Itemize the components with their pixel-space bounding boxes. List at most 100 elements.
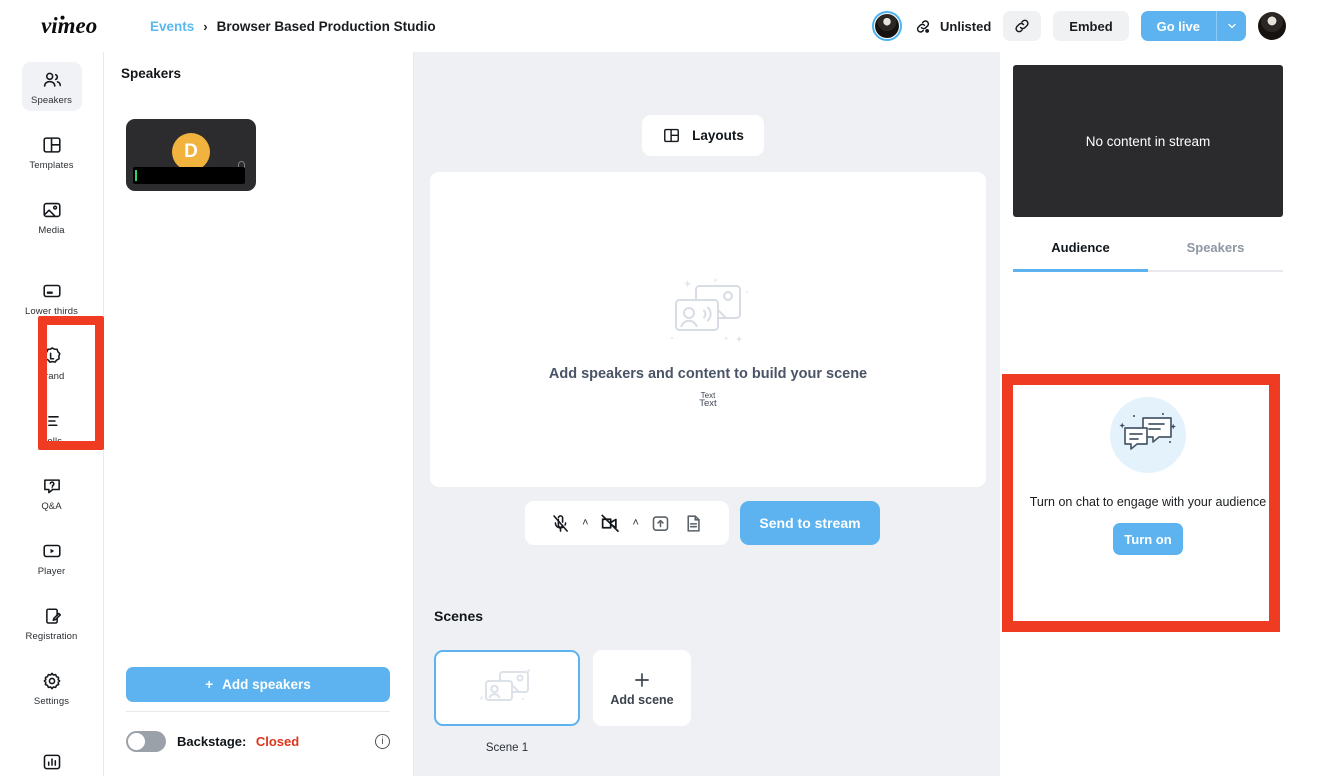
speakers-panel: Speakers D + Add speakers Backstage: Clo…: [104, 52, 414, 776]
settings-icon: [41, 670, 63, 692]
registration-icon: [41, 605, 63, 627]
polls-icon: [41, 410, 63, 432]
add-scene-button[interactable]: Add scene: [593, 650, 691, 726]
right-panel: No content in stream Audience Speakers: [1000, 52, 1322, 776]
sidebar-label-polls: Polls: [41, 436, 62, 447]
speakers-panel-divider: [126, 711, 390, 712]
sidebar-item-speakers[interactable]: Speakers: [22, 62, 82, 111]
sidebar-label-qa: Q&A: [41, 501, 61, 512]
breadcrumb-separator-icon: ›: [203, 19, 207, 34]
camera-muted-icon: [599, 512, 622, 535]
stream-preview: No content in stream: [1013, 65, 1283, 217]
sidebar-item-player[interactable]: Player: [22, 533, 82, 582]
sidebar-label-speakers: Speakers: [31, 95, 72, 106]
media-icon: [41, 199, 63, 221]
notes-button[interactable]: [679, 508, 709, 538]
layouts-button[interactable]: Layouts: [642, 115, 764, 156]
backstage-toggle[interactable]: [126, 731, 166, 752]
sidebar-label-registration: Registration: [26, 631, 78, 642]
sidebar-item-polls[interactable]: Polls: [22, 403, 82, 452]
unlisted-link-icon: [914, 17, 933, 36]
sidebar-label-lower-thirds: Lower thirds: [25, 306, 78, 317]
go-live-group: Go live: [1141, 11, 1246, 41]
breadcrumb: Events › Browser Based Production Studio: [150, 19, 436, 34]
tab-audience[interactable]: Audience: [1013, 234, 1148, 270]
sidebar-item-qa[interactable]: Q&A: [22, 468, 82, 517]
speaker-live-indicator: [135, 170, 137, 181]
layouts-label: Layouts: [692, 128, 744, 143]
microphone-options-caret[interactable]: ˄: [578, 517, 592, 529]
microphone-muted-icon: [550, 513, 571, 534]
sidebar-label-player: Player: [38, 566, 66, 577]
breadcrumb-current-title: Browser Based Production Studio: [217, 19, 436, 34]
chat-empty-state: Turn on chat to engage with your audienc…: [1020, 381, 1276, 571]
link-icon: [1013, 17, 1031, 35]
scene-canvas[interactable]: Add speakers and content to build your s…: [430, 172, 986, 487]
chat-empty-copy: Turn on chat to engage with your audienc…: [1030, 495, 1267, 509]
studio-app: vimeo Events › Browser Based Production …: [0, 0, 1322, 776]
add-speakers-plus-icon: +: [205, 677, 213, 692]
sidebar-item-brand[interactable]: Brand: [22, 338, 82, 387]
sidebar-label-templates: Templates: [29, 160, 73, 171]
header-actions: Unlisted Embed Go live: [872, 11, 1286, 41]
sidebar-item-templates[interactable]: Templates: [22, 127, 82, 176]
share-screen-icon: [650, 513, 671, 534]
avatar-image: [875, 14, 899, 38]
breadcrumb-events-link[interactable]: Events: [150, 19, 194, 34]
stage-area: Layouts Add speakers and content to buil…: [414, 52, 1000, 776]
scene-thumbnail-1[interactable]: [434, 650, 580, 726]
scenes-section-title: Scenes: [434, 608, 483, 624]
sidebar-item-settings[interactable]: Settings: [22, 663, 82, 712]
empty-scene-placeholder-icon: [660, 275, 756, 349]
turn-on-chat-button[interactable]: Turn on: [1113, 523, 1183, 555]
add-speakers-button[interactable]: + Add speakers: [126, 667, 390, 702]
share-screen-button[interactable]: [646, 508, 676, 538]
speaker-avatar-initial: D: [172, 133, 210, 171]
sidebar-label-settings: Settings: [34, 696, 69, 707]
chat-illustration: [1110, 397, 1186, 473]
brand-icon: [41, 345, 63, 367]
templates-icon: [41, 134, 63, 156]
speaker-card[interactable]: D: [126, 119, 256, 191]
microphone-toggle-button[interactable]: [545, 508, 575, 538]
backstage-info-icon[interactable]: i: [375, 734, 390, 749]
backstage-label: Backstage:: [177, 734, 246, 749]
sidebar-item-registration[interactable]: Registration: [22, 598, 82, 647]
chevron-down-icon: [1226, 20, 1238, 32]
add-scene-label: Add scene: [610, 693, 673, 707]
privacy-status[interactable]: Unlisted: [914, 17, 991, 36]
sidebar-label-brand: Brand: [39, 371, 65, 382]
scene-placeholder-icon: [476, 665, 538, 711]
app-header: vimeo Events › Browser Based Production …: [0, 0, 1322, 52]
stream-preview-text: No content in stream: [1086, 134, 1211, 149]
vimeo-logo[interactable]: vimeo: [40, 13, 134, 39]
chat-bubbles-icon: [1118, 410, 1178, 460]
backstage-status: Closed: [256, 734, 299, 749]
sidebar-item-media[interactable]: Media: [22, 192, 82, 241]
speakers-icon: [41, 69, 63, 91]
sidebar-label-media: Media: [38, 225, 64, 236]
sidebar-item-lower-thirds[interactable]: Lower thirds: [22, 273, 82, 322]
lower-thirds-icon: [41, 280, 63, 302]
send-to-stream-button[interactable]: Send to stream: [740, 501, 880, 545]
copy-link-button[interactable]: [1003, 11, 1041, 41]
backstage-row: Backstage: Closed i: [126, 731, 390, 752]
camera-options-caret[interactable]: ˄: [629, 517, 643, 529]
scene-text-element-b[interactable]: Text: [699, 393, 716, 415]
sidebar-item-analytics[interactable]: Analytics: [22, 744, 82, 776]
svg-text:vimeo: vimeo: [41, 13, 97, 38]
tab-speakers[interactable]: Speakers: [1148, 234, 1283, 270]
presenter-avatar[interactable]: [872, 11, 902, 41]
embed-button[interactable]: Embed: [1053, 11, 1128, 41]
empty-scene-heading: Add speakers and content to build your s…: [549, 366, 867, 382]
analytics-icon: [41, 751, 63, 773]
camera-toggle-button[interactable]: [596, 508, 626, 538]
privacy-label: Unlisted: [940, 19, 991, 34]
layouts-icon: [662, 126, 681, 145]
plus-icon: [631, 669, 653, 691]
go-live-button[interactable]: Go live: [1141, 11, 1216, 41]
speaker-name-redacted: [133, 167, 245, 184]
notes-icon: [683, 513, 704, 534]
go-live-dropdown-button[interactable]: [1216, 11, 1246, 41]
account-avatar[interactable]: [1258, 12, 1286, 40]
